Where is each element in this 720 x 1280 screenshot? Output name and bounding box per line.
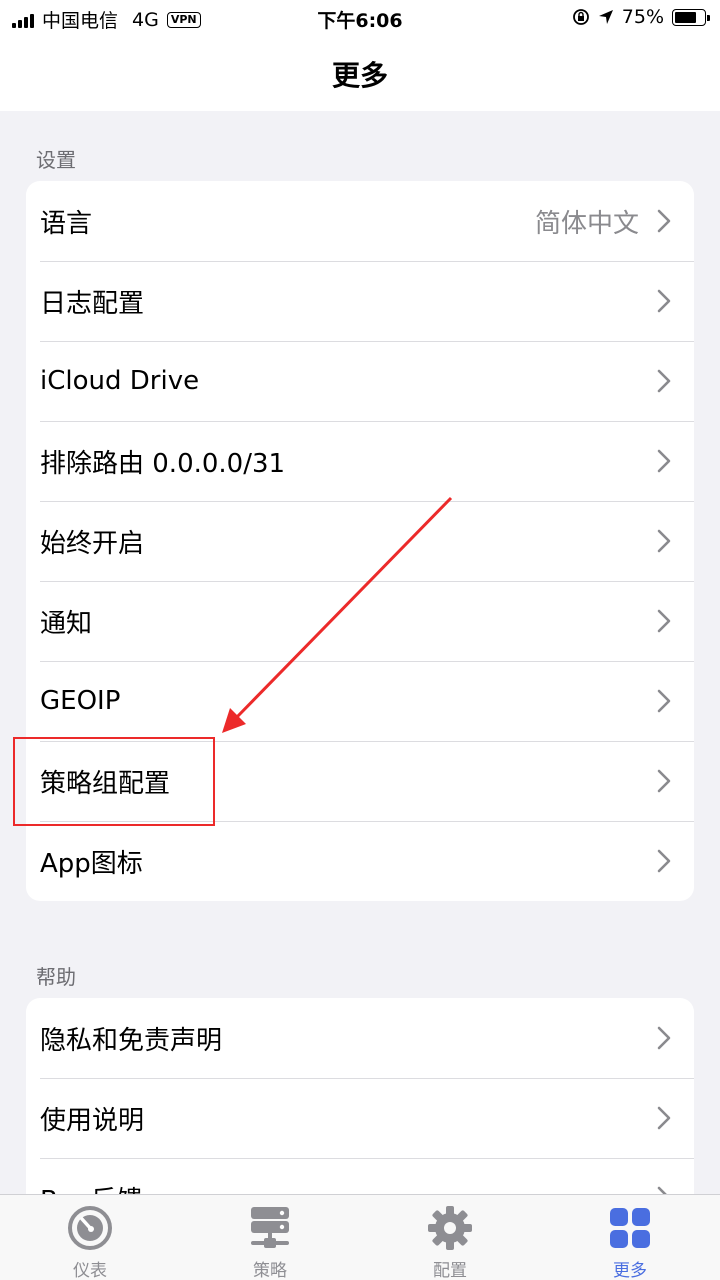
chevron-right-icon <box>657 689 671 713</box>
gear-icon <box>428 1206 472 1250</box>
row-user-guide[interactable]: 使用说明 <box>26 1078 694 1158</box>
tab-label: 配置 <box>433 1261 467 1280</box>
orientation-lock-icon <box>572 9 589 25</box>
chevron-right-icon <box>657 289 671 313</box>
status-right: 75% <box>572 6 710 28</box>
row-label: App图标 <box>40 848 143 879</box>
battery-icon <box>672 8 710 26</box>
location-icon <box>598 10 613 24</box>
chevron-right-icon <box>657 529 671 553</box>
row-language[interactable]: 语言 简体中文 <box>26 181 694 261</box>
row-icloud-drive[interactable]: iCloud Drive <box>26 341 694 421</box>
row-notifications[interactable]: 通知 <box>26 581 694 661</box>
row-label: 使用说明 <box>40 1105 145 1136</box>
chevron-right-icon <box>657 849 671 873</box>
row-privacy-disclaimer[interactable]: 隐私和免责声明 <box>26 998 694 1078</box>
chevron-right-icon <box>657 769 671 793</box>
row-label: GEOIP <box>40 686 121 716</box>
row-value: 简体中文 <box>534 208 639 239</box>
row-label: iCloud Drive <box>40 366 200 396</box>
row-label: 始终开启 <box>40 528 145 559</box>
tab-label: 策略 <box>253 1261 287 1280</box>
tab-dashboard[interactable]: 仪表 <box>0 1195 180 1280</box>
row-label: 通知 <box>40 608 93 639</box>
tab-policy[interactable]: 策略 <box>180 1195 360 1280</box>
help-group: 隐私和免责声明 使用说明 Bug反馈 <box>26 998 694 1194</box>
row-label: 排除路由 0.0.0.0/31 <box>40 448 286 479</box>
chevron-right-icon <box>657 449 671 473</box>
row-label: 日志配置 <box>40 288 145 319</box>
tab-label: 更多 <box>613 1261 647 1280</box>
dashboard-icon <box>68 1206 112 1250</box>
navigation-bar: 更多 <box>0 36 720 111</box>
row-bug-feedback[interactable]: Bug反馈 <box>26 1158 694 1194</box>
section-header-help: 帮助 <box>36 965 76 989</box>
chevron-right-icon <box>657 369 671 393</box>
section-header-settings: 设置 <box>36 148 76 172</box>
row-label: 语言 <box>40 208 93 239</box>
battery-fill <box>675 11 696 23</box>
row-geoip[interactable]: GEOIP <box>26 661 694 741</box>
chevron-right-icon <box>657 1186 667 1194</box>
annotation-highlight-box <box>13 737 215 826</box>
tab-bar: 仪表 策略 配置 更多 <box>0 1194 720 1280</box>
row-app-icon[interactable]: App图标 <box>26 821 694 901</box>
chevron-right-icon <box>657 1026 671 1050</box>
tab-config[interactable]: 配置 <box>360 1195 540 1280</box>
row-label: 隐私和免责声明 <box>40 1025 223 1056</box>
grid-icon <box>610 1208 650 1248</box>
tab-more[interactable]: 更多 <box>540 1195 720 1280</box>
tab-label: 仪表 <box>73 1261 107 1280</box>
chevron-right-icon <box>657 1106 671 1130</box>
row-excluded-routes[interactable]: 排除路由 0.0.0.0/31 <box>26 421 694 501</box>
chevron-right-icon <box>657 609 671 633</box>
row-label: Bug反馈 <box>40 1180 143 1195</box>
battery-percent: 75% <box>621 6 664 28</box>
status-bar: 中国电信 4G VPN 下午6:06 75% <box>0 0 720 36</box>
page-title: 更多 <box>331 59 388 92</box>
chevron-right-icon <box>657 209 671 233</box>
row-always-on[interactable]: 始终开启 <box>26 501 694 581</box>
row-log-config[interactable]: 日志配置 <box>26 261 694 341</box>
server-icon <box>251 1207 289 1248</box>
